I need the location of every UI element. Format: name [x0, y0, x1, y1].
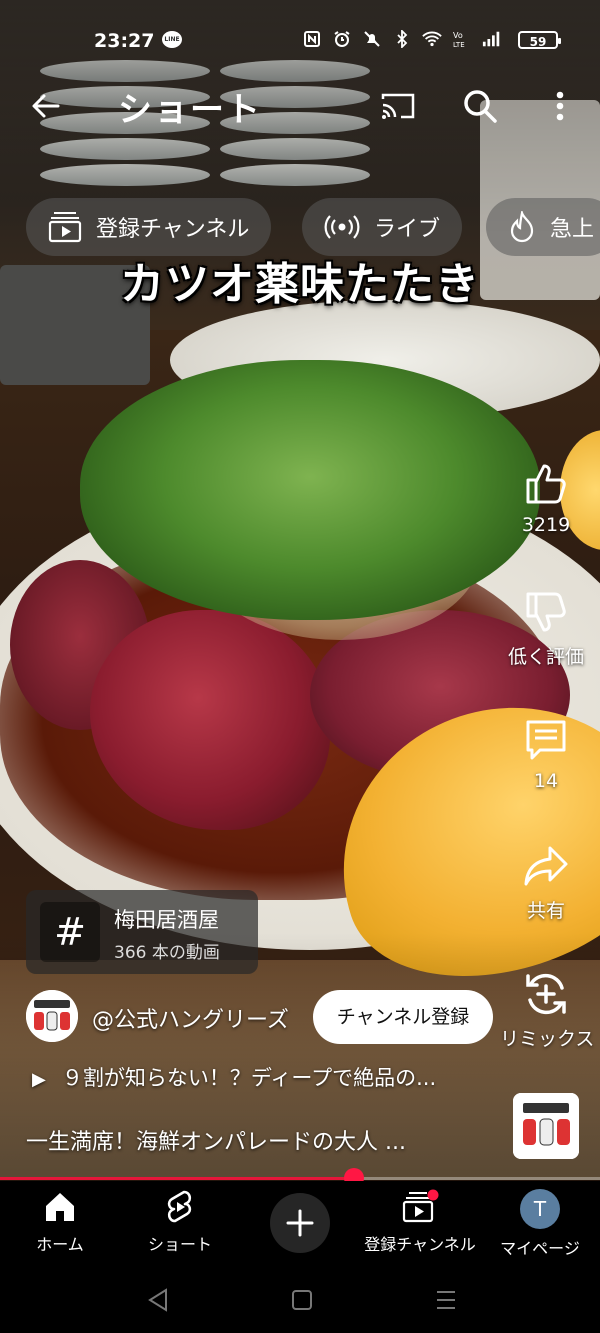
- thumbs-up-icon: [526, 464, 566, 504]
- more-vertical-icon: [556, 91, 564, 121]
- share-button[interactable]: 共有: [500, 842, 592, 923]
- bluetooth-icon: [392, 29, 412, 49]
- video-overlay-caption: カツオ薬味たたき: [120, 259, 480, 310]
- wifi-icon: [422, 29, 442, 49]
- signal-icon: [482, 29, 502, 49]
- nfc-icon: [302, 29, 322, 49]
- comment-count: 14: [533, 770, 559, 792]
- more-options-button[interactable]: [548, 88, 572, 124]
- plus-icon: [286, 1209, 314, 1237]
- system-recents-button[interactable]: [434, 1287, 464, 1313]
- chip-label: ライブ: [374, 217, 441, 242]
- like-count: 3219: [521, 514, 571, 536]
- channel-handle[interactable]: @公式ハングリーズ: [92, 1002, 289, 1034]
- related-video-title: ９割が知らない！？ディープで絶品の...: [61, 1066, 437, 1090]
- system-back-button[interactable]: [146, 1287, 176, 1313]
- status-time: 23:27: [94, 30, 155, 52]
- status-icons: Vo LTE: [302, 29, 502, 49]
- volte-icon: Vo LTE: [452, 29, 472, 49]
- menu-recents-icon: [437, 1291, 455, 1309]
- system-navigation-bar: [0, 1265, 600, 1333]
- share-label: 共有: [526, 900, 565, 922]
- system-home-button[interactable]: [290, 1287, 320, 1313]
- search-icon: [464, 90, 497, 123]
- chip-label: 急上: [550, 217, 595, 242]
- nav-subscriptions-label: 登録チャンネル: [364, 1235, 476, 1254]
- remix-button[interactable]: リミックス: [500, 970, 595, 1051]
- subscribe-button[interactable]: チャンネル登録: [313, 990, 493, 1044]
- comments-button[interactable]: 14: [500, 716, 592, 792]
- video-description[interactable]: 一生満席！海鮮オンパレードの大人 ...: [26, 1124, 406, 1156]
- nav-mypage-label: マイページ: [500, 1239, 580, 1258]
- channel-avatar[interactable]: [26, 990, 78, 1042]
- subscriptions-icon: [402, 1189, 439, 1223]
- shorts-icon: [167, 1190, 192, 1223]
- svg-text:LTE: LTE: [453, 41, 465, 48]
- bottom-navigation: ホーム ショート 登録チャンネル T マイページ: [0, 1181, 600, 1265]
- remix-label: リミックス: [500, 1028, 595, 1050]
- progress-fill: [0, 1177, 354, 1180]
- square-home-icon: [292, 1290, 312, 1310]
- remix-icon: [526, 973, 566, 1015]
- home-icon: [46, 1193, 74, 1221]
- mute-icon: [362, 29, 382, 49]
- back-button[interactable]: [28, 88, 64, 124]
- hashtag-title: 梅田居酒屋: [114, 908, 219, 932]
- hashtag-video-count: 366 本の動画: [114, 943, 220, 963]
- nav-home[interactable]: ホーム: [0, 1189, 120, 1255]
- video-progress-bar[interactable]: [0, 1168, 600, 1188]
- subscriptions-icon: [48, 212, 82, 243]
- search-button[interactable]: [462, 88, 498, 124]
- channel-logo-icon: [26, 990, 78, 1042]
- triangle-back-icon: [148, 1288, 167, 1312]
- nav-shorts-label: ショート: [147, 1235, 212, 1254]
- channel-logo-icon: [513, 1093, 579, 1159]
- line-notification-icon: LINE: [162, 31, 182, 48]
- cast-button[interactable]: [380, 90, 416, 122]
- dislike-label: 低く評価: [507, 646, 584, 668]
- nav-subscriptions[interactable]: 登録チャンネル: [360, 1189, 480, 1255]
- hashtag-icon: #: [40, 902, 100, 962]
- dislike-button[interactable]: 低く評価: [500, 588, 592, 669]
- alarm-icon: [332, 29, 352, 49]
- share-icon: [524, 846, 568, 886]
- related-video-link[interactable]: ▶ ９割が知らない！？ディープで絶品の...: [32, 1062, 436, 1092]
- nav-shorts[interactable]: ショート: [120, 1189, 240, 1255]
- hashtag-card[interactable]: # 梅田居酒屋 366 本の動画: [26, 890, 258, 974]
- sound-thumbnail[interactable]: [513, 1093, 579, 1159]
- top-bar: ショート: [0, 78, 600, 138]
- chip-label: 登録チャンネル: [96, 217, 250, 242]
- play-icon: ▶: [32, 1069, 46, 1090]
- svg-text:Vo: Vo: [453, 31, 463, 40]
- comment-icon: [526, 720, 566, 760]
- cast-icon: [381, 93, 415, 119]
- user-avatar: T: [520, 1189, 560, 1229]
- like-button[interactable]: 3219: [500, 460, 592, 536]
- battery-indicator: 59: [518, 31, 561, 49]
- thumbs-down-icon: [526, 592, 566, 632]
- status-bar: 23:27 LINE Vo LTE 59: [0, 0, 600, 80]
- arrow-left-icon: [32, 94, 60, 118]
- trending-icon: [510, 211, 534, 243]
- page-title: ショート: [118, 90, 262, 130]
- shorts-screen: 23:27 LINE Vo LTE 59 ショート 登録チャンネル ライブ 急上…: [0, 0, 600, 1333]
- live-icon: [324, 215, 360, 239]
- create-button[interactable]: [270, 1193, 330, 1253]
- nav-home-label: ホーム: [36, 1235, 84, 1254]
- nav-mypage[interactable]: T マイページ: [480, 1189, 600, 1259]
